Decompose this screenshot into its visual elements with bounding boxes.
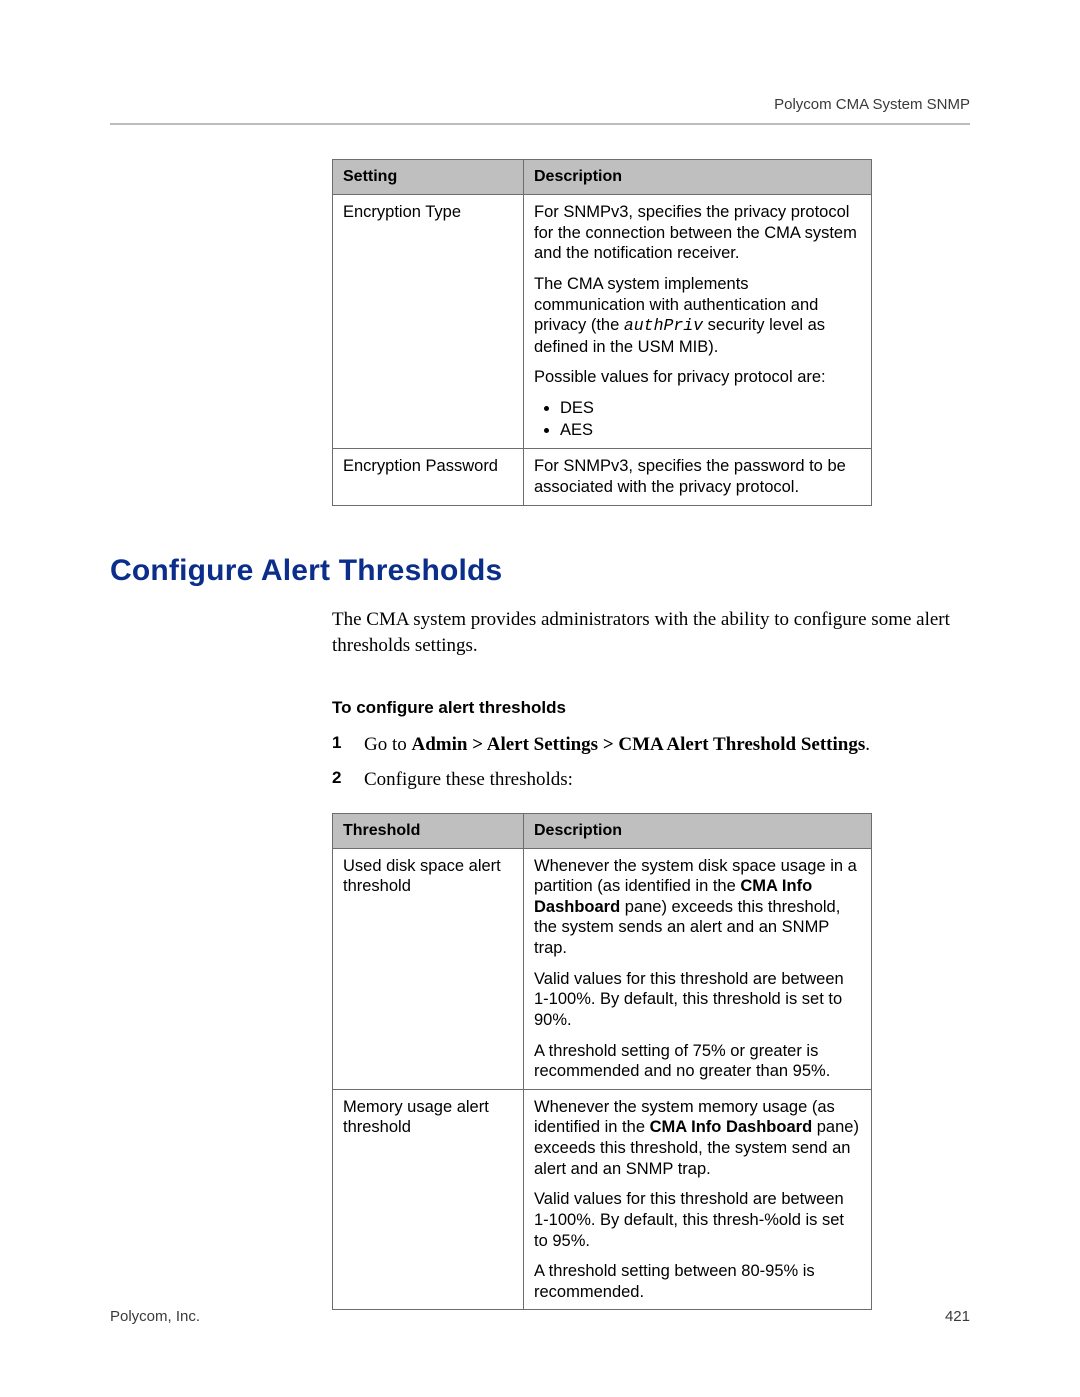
table-row: Used disk space alert threshold Whenever… — [333, 848, 872, 1089]
section-heading: Configure Alert Thresholds — [110, 554, 970, 588]
cell-setting: Encryption Password — [333, 449, 524, 505]
step-number: 1 — [332, 730, 341, 756]
col-header-setting: Setting — [333, 160, 524, 195]
col-header-description: Description — [524, 160, 872, 195]
procedure-steps: 1 Go to Admin > Alert Settings > CMA Ale… — [332, 730, 970, 795]
col-header-threshold: Threshold — [333, 813, 524, 848]
cell-setting: Encryption Type — [333, 195, 524, 449]
para: Whenever the system memory usage (as ide… — [534, 1097, 861, 1180]
para: Valid values for this threshold are betw… — [534, 1189, 861, 1251]
table-header-row: Setting Description — [333, 160, 872, 195]
para: For SNMPv3, specifies the password to be… — [534, 456, 861, 497]
bullet-list: DES AES — [534, 398, 861, 440]
page: Polycom CMA System SNMP Setting Descript… — [0, 0, 1080, 1397]
cell-description: For SNMPv3, specifies the password to be… — [524, 449, 872, 505]
list-item: AES — [560, 420, 861, 441]
para: Valid values for this threshold are betw… — [534, 969, 861, 1031]
running-head: Polycom CMA System SNMP — [110, 96, 970, 113]
table-row: Encryption Password For SNMPv3, specifie… — [333, 449, 872, 505]
content-column: Setting Description Encryption Type For … — [332, 159, 970, 506]
table-row: Memory usage alert threshold Whenever th… — [333, 1089, 872, 1310]
page-number: 421 — [945, 1308, 970, 1325]
settings-table: Setting Description Encryption Type For … — [332, 159, 872, 506]
ui-term: CMA Info Dashboard — [650, 1118, 813, 1136]
cell-threshold: Used disk space alert threshold — [333, 848, 524, 1089]
table-header-row: Threshold Description — [333, 813, 872, 848]
para: The CMA system implements communication … — [534, 274, 861, 358]
cell-description: Whenever the system disk space usage in … — [524, 848, 872, 1089]
content-column: The CMA system provides administrators w… — [332, 607, 970, 1311]
step-number: 2 — [332, 765, 341, 791]
procedure-heading: To configure alert thresholds — [332, 698, 970, 718]
para: Whenever the system disk space usage in … — [534, 856, 861, 959]
footer-left: Polycom, Inc. — [110, 1308, 200, 1325]
code-term: authPriv — [624, 316, 703, 335]
cell-threshold: Memory usage alert threshold — [333, 1089, 524, 1310]
para: A threshold setting of 75% or greater is… — [534, 1041, 861, 1082]
header-rule — [110, 123, 970, 125]
para: A threshold setting between 80-95% is re… — [534, 1261, 861, 1302]
col-header-description: Description — [524, 813, 872, 848]
table-row: Encryption Type For SNMPv3, specifies th… — [333, 195, 872, 449]
list-item: DES — [560, 398, 861, 419]
step: 1 Go to Admin > Alert Settings > CMA Ale… — [332, 730, 970, 759]
page-footer: Polycom, Inc. 421 — [110, 1308, 970, 1325]
thresholds-table: Threshold Description Used disk space al… — [332, 813, 872, 1311]
step: 2 Configure these thresholds: — [332, 765, 970, 794]
cell-description: For SNMPv3, specifies the privacy protoc… — [524, 195, 872, 449]
intro-paragraph: The CMA system provides administrators w… — [332, 607, 970, 660]
nav-path: Admin > Alert Settings > CMA Alert Thres… — [412, 734, 866, 755]
cell-description: Whenever the system memory usage (as ide… — [524, 1089, 872, 1310]
para: Possible values for privacy protocol are… — [534, 367, 861, 388]
para: For SNMPv3, specifies the privacy protoc… — [534, 202, 861, 264]
